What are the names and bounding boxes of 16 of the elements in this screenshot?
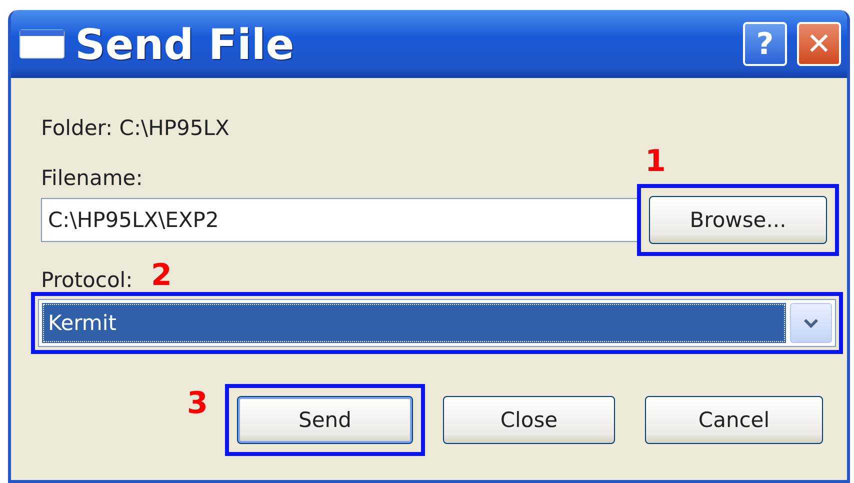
protocol-label: Protocol: [41,268,133,292]
protocol-value: Kermit [42,303,786,343]
window-icon [19,29,65,59]
folder-label: Folder: C:\HP95LX [41,116,230,140]
chevron-down-icon [803,318,819,328]
dropdown-button[interactable] [790,303,832,343]
callout-number: 3 [187,386,208,421]
protocol-dropdown[interactable]: Kermit [38,299,836,347]
window-title: Send File [75,20,296,68]
filename-label: Filename: [41,166,144,190]
browse-button[interactable]: Browse... [649,196,827,244]
callout-number: 1 [645,144,666,179]
send-button[interactable]: Send [237,396,413,444]
cancel-button[interactable]: Cancel [645,396,823,444]
callout-number: 2 [151,258,172,293]
close-button[interactable]: Close [443,396,615,444]
